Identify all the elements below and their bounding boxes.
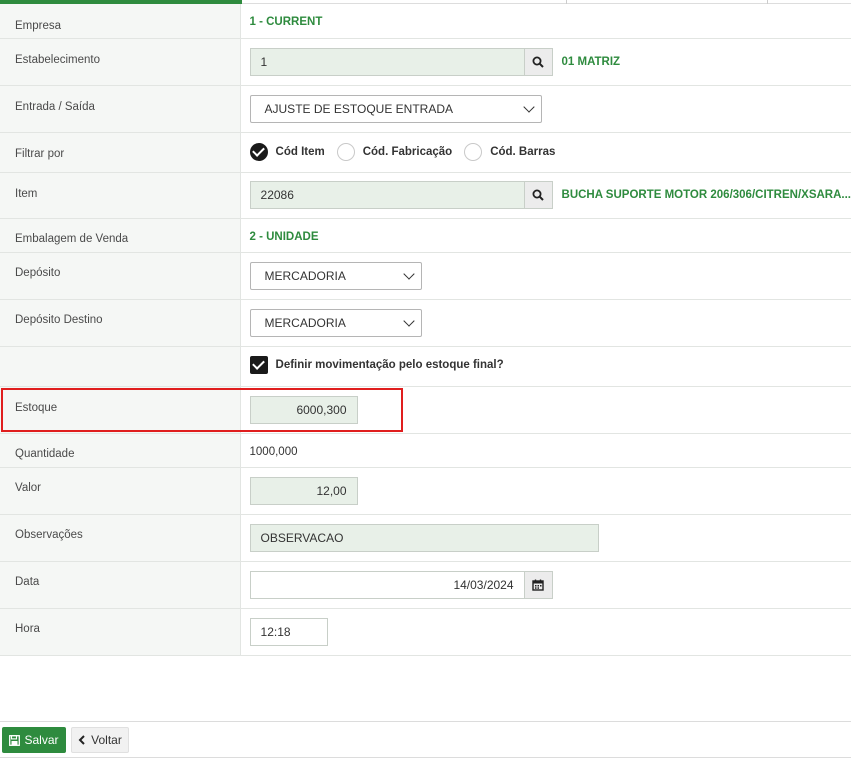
empresa-label: Empresa [15, 20, 62, 32]
embalagem-value: 2 - UNIDADE [249, 230, 319, 243]
check-icon [252, 144, 265, 157]
deposito-label: Depósito [15, 266, 61, 279]
data-label: Data [15, 575, 40, 588]
radio-label: Cód. Fabricação [362, 145, 453, 158]
valor-label: Valor [15, 481, 41, 494]
row-deposito-destino: Depósito Destino MERCADORIA [0, 299, 851, 347]
label-cell: Empresa [0, 4, 241, 39]
estabelecimento-description: 01 MATRIZ [561, 55, 621, 68]
row-filtrar-por: Filtrar por Cód Item Cód. Fabricação Cód… [0, 132, 851, 173]
item-search-button[interactable] [524, 181, 553, 209]
item-label: Item [15, 187, 38, 200]
save-button[interactable]: Salvar [2, 727, 66, 753]
back-button-label: Voltar [91, 733, 122, 747]
row-definir-movimentacao: Definir movimentação pelo estoque final? [0, 346, 851, 387]
definir-movimentacao-checkbox[interactable] [249, 355, 268, 374]
quantidade-value: 1000,000 [249, 445, 298, 458]
row-empresa: Empresa 1 - CURRENT [0, 4, 851, 39]
radio-label: Cód Item [275, 145, 325, 158]
row-entrada-saida: Entrada / Saída AJUSTE DE ESTOQUE ENTRAD… [0, 85, 851, 133]
deposito-selected: MERCADORIA [264, 268, 346, 283]
deposito-destino-selected: MERCADORIA [264, 315, 346, 330]
estoque-highlight-box [1, 388, 403, 432]
row-valor: Valor 12,00 [0, 467, 851, 515]
valor-input[interactable]: 12,00 [249, 476, 358, 505]
radio-cod-barras[interactable] [464, 142, 483, 161]
search-icon [532, 189, 544, 201]
row-observacoes: Observações OBSERVACAO [0, 514, 851, 562]
estabelecimento-search-button[interactable] [524, 47, 553, 76]
chevron-down-icon [402, 267, 415, 280]
back-button[interactable]: Voltar [71, 727, 129, 753]
search-icon [532, 56, 544, 68]
chevron-down-icon [522, 100, 535, 113]
check-icon [252, 357, 265, 370]
filtrar-por-label: Filtrar por [15, 147, 65, 160]
row-deposito: Depósito MERCADORIA [0, 252, 851, 300]
hora-input[interactable]: 12:18 [249, 617, 328, 646]
chevron-down-icon [402, 314, 415, 327]
deposito-destino-label: Depósito Destino [15, 313, 103, 326]
radio-cod-item[interactable] [249, 142, 268, 161]
row-quantidade: Quantidade 1000,000 [0, 433, 851, 468]
row-embalagem: Embalagem de Venda 2 - UNIDADE [0, 218, 851, 253]
radio-cod-fabricacao[interactable] [336, 142, 355, 161]
row-hora: Hora 12:18 [0, 608, 851, 656]
observacoes-label: Observações [15, 528, 83, 541]
chevron-left-icon [78, 735, 85, 745]
entrada-saida-selected: AJUSTE DE ESTOQUE ENTRADA [264, 101, 453, 116]
item-input[interactable]: 22086 [249, 181, 525, 209]
row-estabelecimento: Estabelecimento 1 01 MATRIZ [0, 38, 851, 86]
save-button-label: Salvar [24, 733, 59, 747]
floppy-disk-icon [9, 734, 21, 746]
observacoes-input[interactable]: OBSERVACAO [249, 523, 599, 552]
radio-label: Cód. Barras [490, 145, 556, 158]
definir-movimentacao-label: Definir movimentação pelo estoque final? [275, 358, 504, 371]
stock-adjustment-form: Empresa 1 - CURRENT Estabelecimento 1 01… [0, 4, 851, 656]
embalagem-label: Embalagem de Venda [15, 232, 129, 245]
empresa-value: 1 - CURRENT [249, 16, 323, 28]
estabelecimento-input[interactable]: 1 [249, 47, 525, 76]
row-data: Data 14/03/2024 [0, 561, 851, 609]
form-footer: Salvar Voltar [0, 721, 851, 758]
calendar-icon [532, 579, 544, 591]
estabelecimento-label: Estabelecimento [15, 53, 101, 66]
deposito-destino-select[interactable]: MERCADORIA [249, 308, 422, 337]
entrada-saida-select[interactable]: AJUSTE DE ESTOQUE ENTRADA [249, 94, 542, 123]
item-description: BUCHA SUPORTE MOTOR 206/306/CITREN/XSARA… [561, 189, 851, 201]
date-picker-button[interactable] [524, 570, 553, 599]
hora-label: Hora [15, 622, 40, 635]
quantidade-label: Quantidade [15, 447, 75, 460]
deposito-select[interactable]: MERCADORIA [249, 261, 422, 290]
entrada-saida-label: Entrada / Saída [15, 100, 95, 113]
data-input[interactable]: 14/03/2024 [249, 570, 525, 599]
row-item: Item 22086 BUCHA SUPORTE MOTOR 206/306/C… [0, 172, 851, 219]
